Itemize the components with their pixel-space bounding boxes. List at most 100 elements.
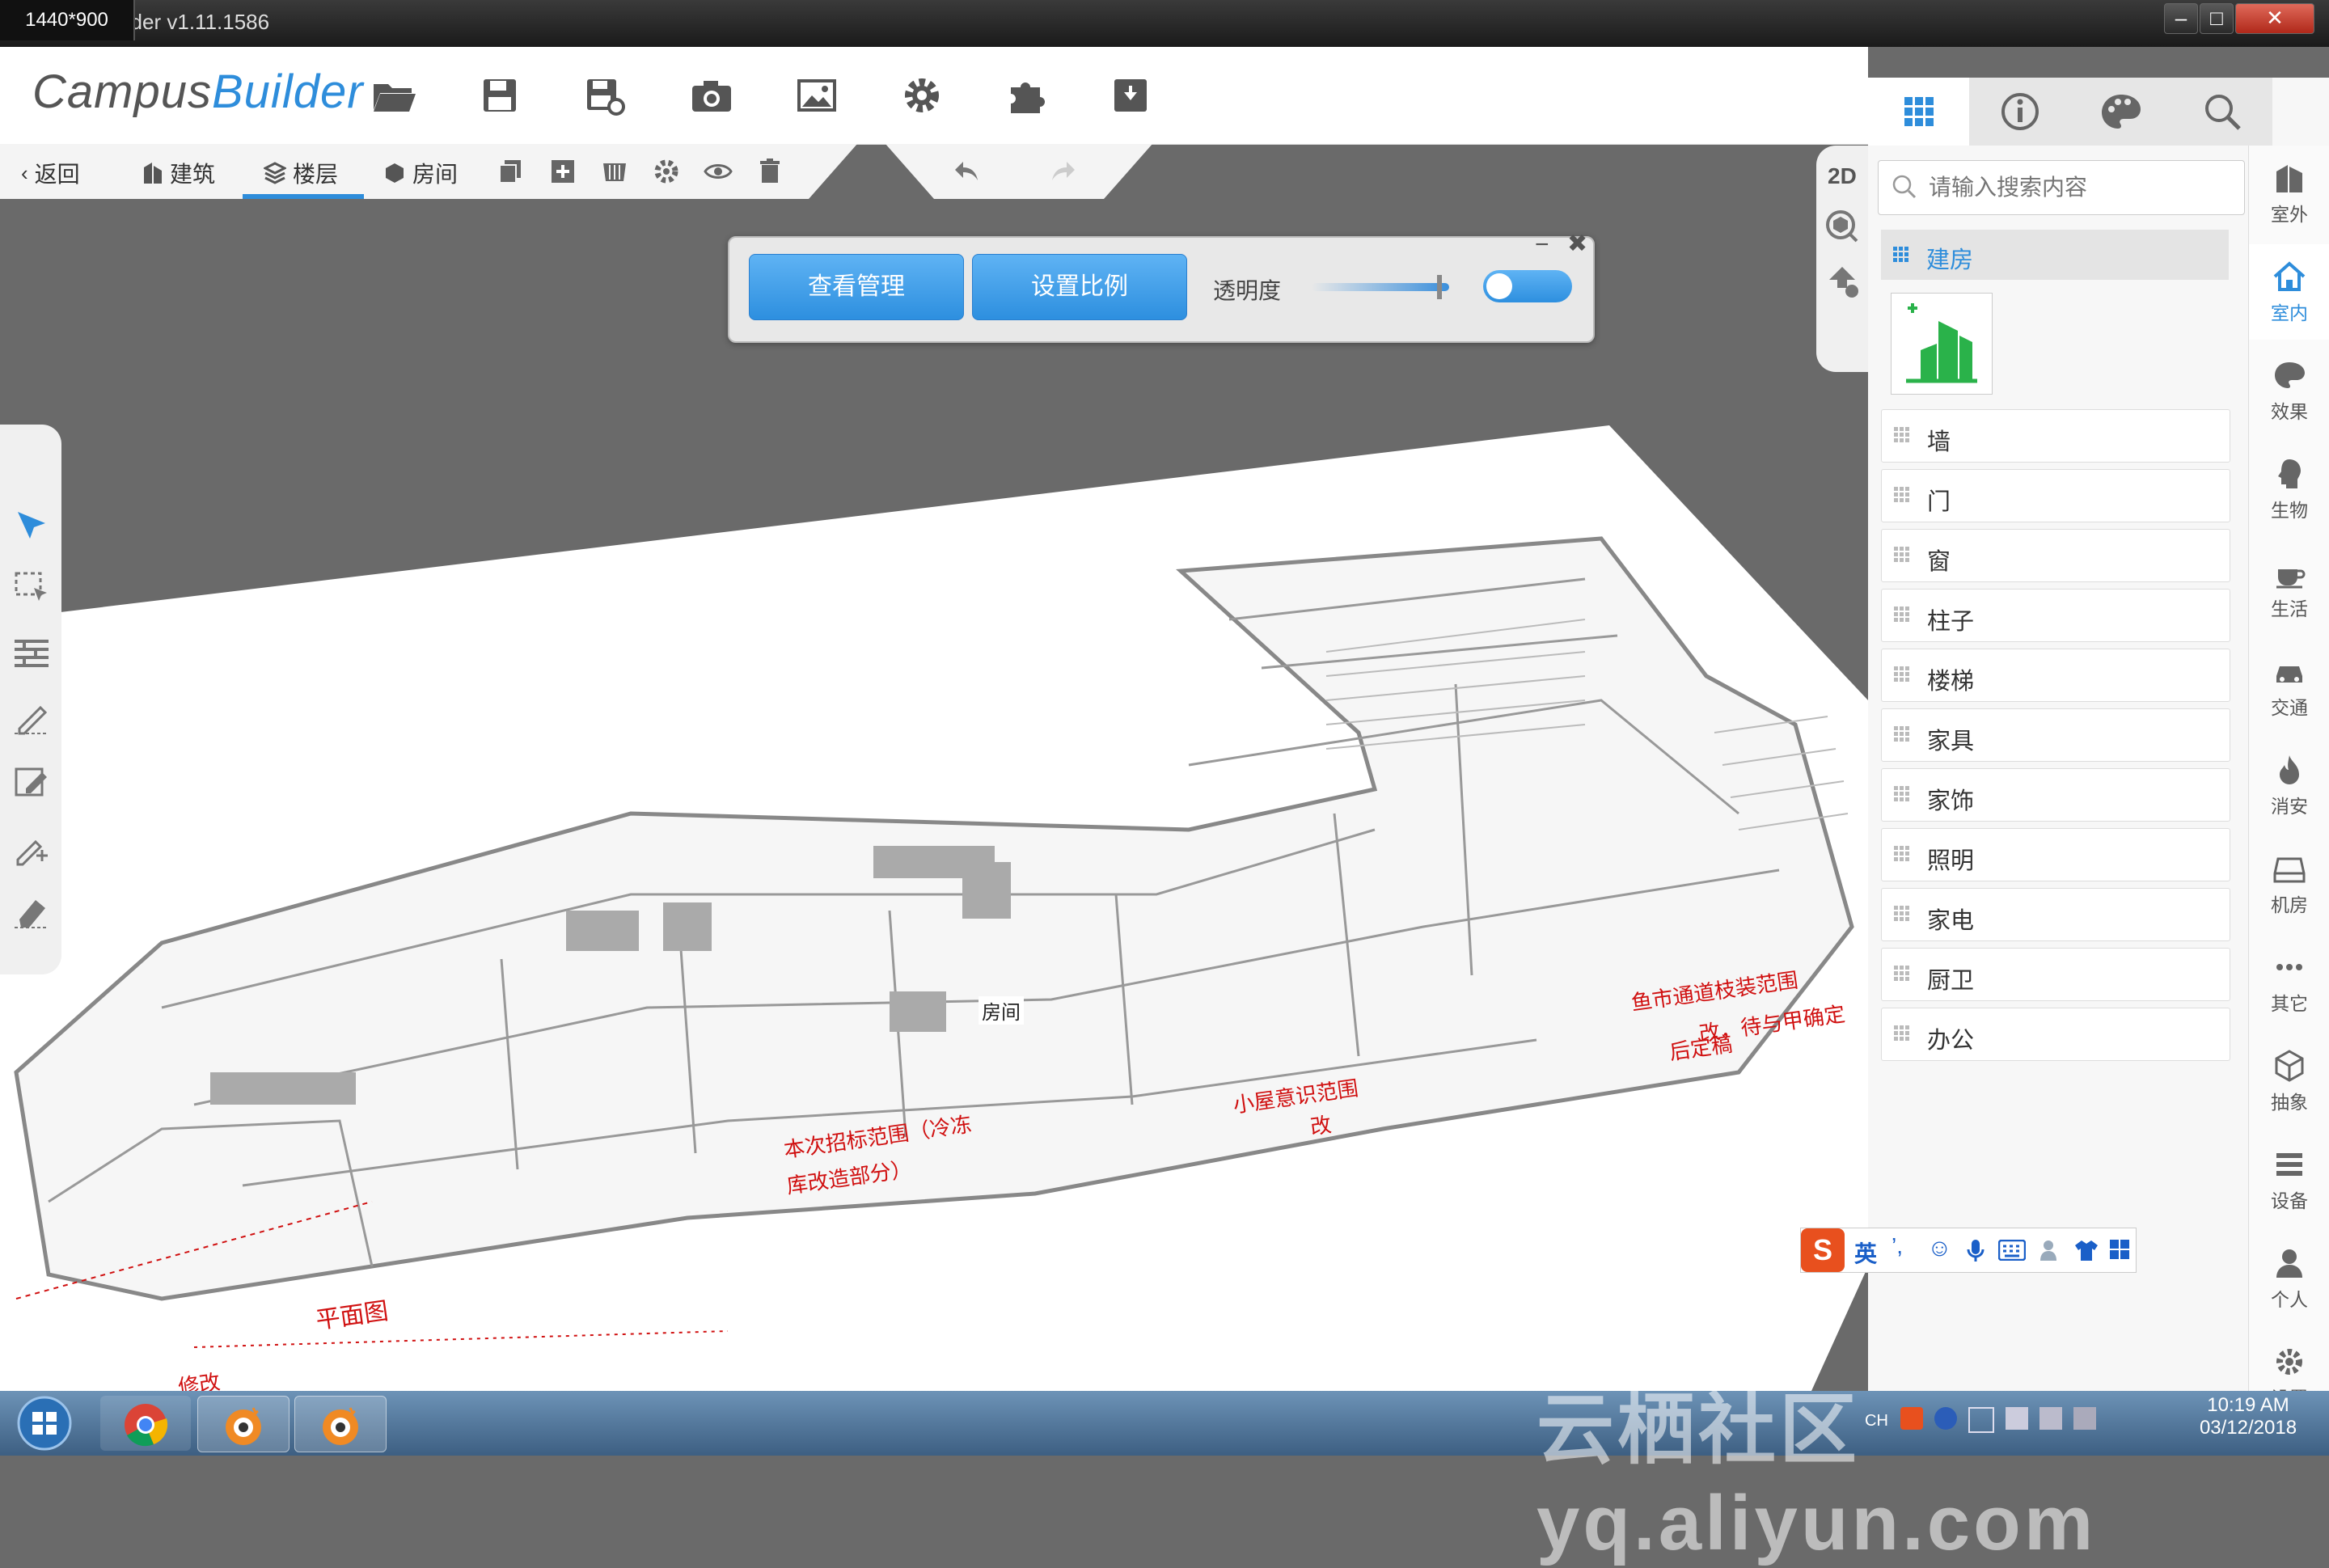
person-head-icon [2278,459,2301,488]
nav-other[interactable]: 其它 [2249,935,2329,1030]
skin-shirt-icon[interactable] [2074,1238,2099,1262]
nav-outdoor[interactable]: 室外 [2249,146,2329,241]
taskbar-clock[interactable]: 10:19 AM 03/12/2018 [2175,1394,2321,1439]
gear-icon[interactable] [898,71,946,120]
layout-icon[interactable] [598,155,631,188]
close-button[interactable]: ✕ [2235,3,2314,34]
home-icon [2273,261,2306,291]
undo-icon[interactable] [950,155,983,188]
tab-info[interactable] [1969,78,2070,146]
left-tool-strip [0,425,61,974]
category-item[interactable]: 柱子 [1881,589,2230,642]
settings-icon[interactable] [650,155,683,188]
nav-equipment[interactable]: 设备 [2249,1132,2329,1228]
punctuation-icon[interactable]: ’, [1892,1233,1903,1259]
keyboard-icon[interactable] [1998,1240,2026,1261]
back-button[interactable]: ‹ 返回 [21,157,80,189]
app-eye-icon [323,1407,358,1445]
sogou-logo-icon[interactable]: S [1801,1228,1845,1272]
box-select-icon[interactable] [11,567,52,607]
category-active[interactable]: 建房 [1881,230,2229,280]
set-scale-button[interactable]: 设置比例 [972,254,1187,320]
image-icon[interactable] [793,71,841,120]
taskbar-chrome[interactable] [100,1396,191,1451]
camera-reset-icon[interactable] [1824,209,1860,244]
select-arrow-icon[interactable] [11,505,52,546]
category-item[interactable]: 门 [1881,469,2230,522]
palette-icon [2275,362,2305,388]
save-icon[interactable] [476,71,524,120]
search-input[interactable] [1927,169,2238,206]
ime-language-toggle[interactable]: 英 [1854,1236,1877,1269]
building-icon [2276,165,2302,192]
nav-effects[interactable]: 效果 [2249,343,2329,438]
tab-room[interactable]: 房间 [383,157,458,189]
underlay-control-panel: 查看管理 设置比例 透明度 − ✖ [728,230,1595,343]
taskbar-campusbuilder-2[interactable] [294,1396,387,1452]
category-item[interactable]: 家电 [1881,888,2230,941]
library-search-box[interactable] [1878,160,2245,215]
tab-catalog[interactable] [1868,78,1969,146]
draw-line-icon[interactable] [11,696,52,737]
chevron-left-icon: ‹ [21,160,28,185]
eye-icon[interactable] [702,155,734,188]
tab-search[interactable] [2171,78,2272,146]
add-building-tile[interactable] [1891,293,1993,395]
archive-icon[interactable] [1106,71,1155,120]
nav-server-room[interactable]: 机房 [2249,836,2329,932]
nav-indoor[interactable]: 室内 [2249,244,2329,340]
opacity-slider-handle[interactable] [1437,275,1442,299]
redo-icon[interactable] [1047,155,1080,188]
view-2d-toggle[interactable]: 2D [1828,163,1857,189]
nav-fire-safety[interactable]: 消安 [2249,738,2329,833]
nav-living[interactable]: 生活 [2249,540,2329,636]
folder-open-icon[interactable] [369,71,417,120]
save-as-icon[interactable] [579,71,628,120]
opacity-slider[interactable] [1312,275,1449,299]
tab-building[interactable]: 建筑 [142,157,215,189]
category-item[interactable]: 照明 [1881,828,2230,881]
3d-viewport[interactable]: 房间 本次招标范围（冷冻 库改造部分） 小屋意识范围 改 鱼市通道枝装范围 改，… [0,199,1868,1391]
wall-icon[interactable] [11,632,52,672]
nav-creatures[interactable]: 生物 [2249,442,2329,537]
puzzle-icon[interactable] [1003,71,1051,120]
maximize-button[interactable]: □ [2200,3,2234,34]
minimize-button[interactable]: – [2164,3,2198,34]
collapse-icon[interactable]: − [1535,231,1549,259]
nav-label: 室内 [2271,302,2308,323]
tab-palette[interactable] [2070,78,2171,146]
upload-icon[interactable] [1824,264,1860,299]
emoji-icon[interactable]: ☺ [1927,1235,1952,1262]
add-point-icon[interactable] [11,826,52,866]
view-manage-button[interactable]: 查看管理 [749,254,964,320]
camera-icon[interactable] [687,71,736,120]
underlay-toggle[interactable] [1483,270,1572,302]
tab-floor[interactable]: 楼层 [264,157,338,189]
add-icon[interactable] [547,155,579,188]
sub-toolbar: ‹ 返回 建筑 楼层 房间 [0,144,857,199]
nav-traffic[interactable]: 交通 [2249,639,2329,734]
microphone-icon[interactable] [1966,1238,1985,1262]
category-item[interactable]: 办公 [1881,1008,2230,1061]
car-icon [2276,666,2302,683]
toggle-knob [1486,273,1512,299]
category-item[interactable]: 家具 [1881,708,2230,762]
draw-area-icon[interactable] [11,761,52,801]
toolbox-grid-icon[interactable] [2108,1238,2131,1261]
category-item[interactable]: 楼梯 [1881,649,2230,702]
category-item[interactable]: 墙 [1881,409,2230,463]
start-button-icon[interactable] [8,1394,81,1452]
category-item[interactable]: 厨卫 [1881,948,2230,1001]
nav-personal[interactable]: 个人 [2249,1231,2329,1326]
nav-label: 其它 [2271,993,2308,1014]
taskbar-campusbuilder-1[interactable] [197,1396,290,1452]
user-settings-icon[interactable] [2039,1238,2063,1262]
trash-icon[interactable] [754,155,786,188]
floor-plan-canvas[interactable] [0,199,1868,1391]
category-item[interactable]: 家饰 [1881,768,2230,822]
copy-icon[interactable] [495,155,527,188]
category-item[interactable]: 窗 [1881,529,2230,582]
close-icon[interactable]: ✖ [1567,230,1587,258]
nav-abstract[interactable]: 抽象 [2249,1033,2329,1129]
eraser-icon[interactable] [11,890,52,931]
